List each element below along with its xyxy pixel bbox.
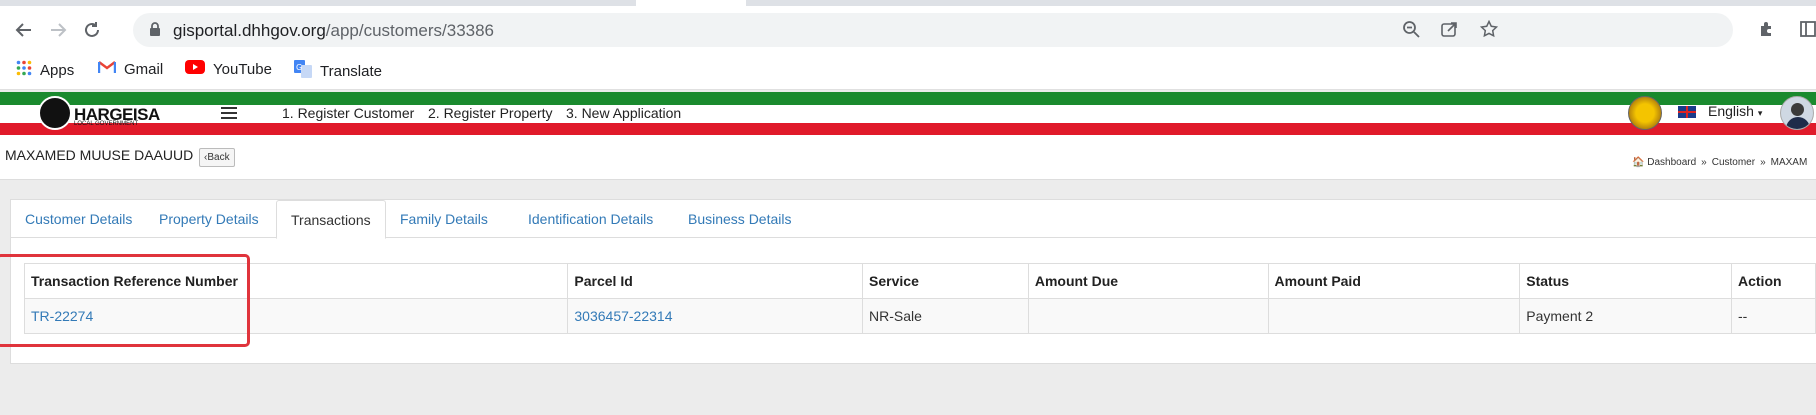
back-label: Back [207, 152, 230, 163]
site-logo-icon[interactable] [38, 96, 72, 130]
site-header: HARGEISA LOCAL GOVERNMENT 1. Register Cu… [0, 92, 1816, 135]
bookmark-label: YouTube [213, 60, 272, 78]
translate-icon: G [294, 60, 312, 82]
back-arrow-icon[interactable] [10, 16, 38, 44]
cell-transaction-ref: TR-22274 [23, 298, 569, 334]
cell-parcel-id: 3036457-22314 [567, 298, 864, 334]
bookmarks-bar: Apps Gmail YouTube G Translate [0, 50, 1816, 90]
tab-transactions[interactable]: Transactions [276, 200, 386, 239]
lock-icon[interactable] [149, 22, 161, 42]
url-text[interactable]: gisportal.dhhgov.org/app/customers/33386 [173, 21, 494, 41]
tab-customer-details[interactable]: Customer Details [11, 200, 146, 238]
breadcrumb-dashboard[interactable]: Dashboard [1647, 157, 1696, 168]
flag-stripe-green [0, 92, 1816, 105]
browser-toolbar: gisportal.dhhgov.org/app/customers/33386 [0, 6, 1816, 50]
breadcrumb-current: MAXAM [1770, 157, 1808, 168]
zoom-out-icon[interactable] [1401, 20, 1421, 40]
col-action[interactable]: Action [1731, 263, 1816, 299]
reload-icon[interactable] [78, 16, 106, 44]
url-path: /app/customers/33386 [325, 21, 495, 40]
youtube-icon [185, 60, 205, 78]
tab-identification-details[interactable]: Identification Details [514, 200, 667, 238]
breadcrumb-separator: » [1760, 157, 1766, 168]
tab-business-details[interactable]: Business Details [674, 200, 806, 238]
url-host: gisportal.dhhgov.org [173, 21, 326, 40]
cell-amount-paid [1267, 298, 1521, 334]
col-amount-due[interactable]: Amount Due [1027, 263, 1269, 299]
col-service[interactable]: Service [862, 263, 1029, 299]
tab-bar: Customer Details Property Details Transa… [11, 200, 1816, 239]
side-panel-icon[interactable] [1800, 20, 1816, 43]
flag-stripe-white [0, 105, 1816, 123]
government-seal-icon [1628, 96, 1662, 130]
language-dropdown[interactable]: English ▾ [1708, 103, 1762, 119]
site-logo-subtitle: LOCAL GOVERNMENT [74, 121, 139, 127]
col-amount-paid[interactable]: Amount Paid [1267, 263, 1521, 299]
home-icon: 🏠 [1632, 157, 1645, 168]
hamburger-menu-icon[interactable] [221, 107, 237, 119]
cell-status: Payment 2 [1519, 298, 1732, 334]
col-parcel-id[interactable]: Parcel Id [567, 263, 864, 299]
share-icon[interactable] [1439, 20, 1459, 40]
nav-new-application[interactable]: 3. New Application [566, 105, 681, 121]
page-title-bar: MAXAMED MUUSE DAAUUD ‹Back 🏠 Dashboard » C… [0, 135, 1816, 180]
forward-arrow-icon[interactable] [44, 16, 72, 44]
breadcrumb: 🏠 Dashboard » Customer » MAXAM [1632, 157, 1807, 168]
cell-amount-due [1027, 298, 1269, 334]
bookmark-youtube[interactable]: YouTube [185, 60, 272, 78]
parcel-id-link[interactable]: 3036457-22314 [574, 308, 672, 324]
caret-down-icon: ▾ [1757, 108, 1763, 118]
nav-register-property[interactable]: 2. Register Property [428, 105, 553, 121]
uk-flag-icon[interactable] [1678, 106, 1696, 118]
apps-grid-icon [16, 60, 32, 80]
transactions-table: Transaction Reference Number Parcel Id S… [23, 263, 1816, 334]
bookmark-label: Translate [320, 62, 382, 80]
bookmark-apps[interactable]: Apps [16, 60, 74, 80]
breadcrumb-customer[interactable]: Customer [1712, 157, 1755, 168]
user-avatar[interactable] [1780, 96, 1814, 130]
nav-register-customer[interactable]: 1. Register Customer [282, 105, 414, 121]
table-row: TR-22274 3036457-22314 NR-Sale Payment 2… [23, 298, 1816, 334]
col-transaction-ref[interactable]: Transaction Reference Number [23, 263, 569, 299]
tab-family-details[interactable]: Family Details [386, 200, 502, 238]
bookmark-translate[interactable]: G Translate [294, 60, 382, 82]
extensions-icon[interactable] [1758, 20, 1776, 43]
flag-stripe-red [0, 123, 1816, 135]
page-title: MAXAMED MUUSE DAAUUD [5, 147, 194, 163]
breadcrumb-separator: » [1701, 157, 1707, 168]
bookmark-star-icon[interactable] [1479, 19, 1499, 40]
table-header-row: Transaction Reference Number Parcel Id S… [23, 263, 1816, 299]
bookmark-label: Gmail [124, 60, 164, 78]
col-status[interactable]: Status [1519, 263, 1732, 299]
address-bar[interactable]: gisportal.dhhgov.org/app/customers/33386 [133, 13, 1733, 47]
language-label: English [1708, 103, 1754, 119]
transaction-ref-link[interactable]: TR-22274 [31, 308, 93, 324]
cell-service: NR-Sale [862, 298, 1029, 334]
back-button[interactable]: ‹Back [199, 148, 235, 167]
bookmark-label: Apps [40, 61, 75, 79]
tab-property-details[interactable]: Property Details [145, 200, 273, 238]
svg-text:G: G [296, 63, 302, 72]
cell-action: -- [1731, 298, 1816, 334]
bookmark-gmail[interactable]: Gmail [97, 60, 164, 78]
gmail-icon [97, 60, 117, 78]
customer-panel: Customer Details Property Details Transa… [10, 199, 1816, 364]
